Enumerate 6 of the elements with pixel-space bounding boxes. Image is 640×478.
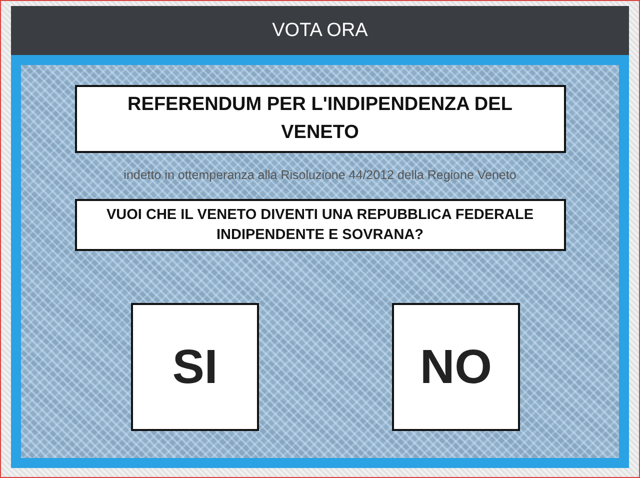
referendum-title: REFERENDUM PER L'INDIPENDENZA DEL VENETO <box>74 85 566 153</box>
referendum-subtitle: indetto in ottemperanza alla Risoluzione 44/2012 della Regione Veneto <box>124 168 516 182</box>
referendum-question: VUOI CHE IL VENETO DIVENTI UNA REPUBBLICA FEDERALE INDIPENDENTE E SOVRANA? <box>74 199 566 251</box>
vote-button[interactable]: NO <box>392 303 520 431</box>
header-title: VOTA ORA <box>272 20 368 42</box>
vote-button[interactable]: SI <box>131 303 259 431</box>
